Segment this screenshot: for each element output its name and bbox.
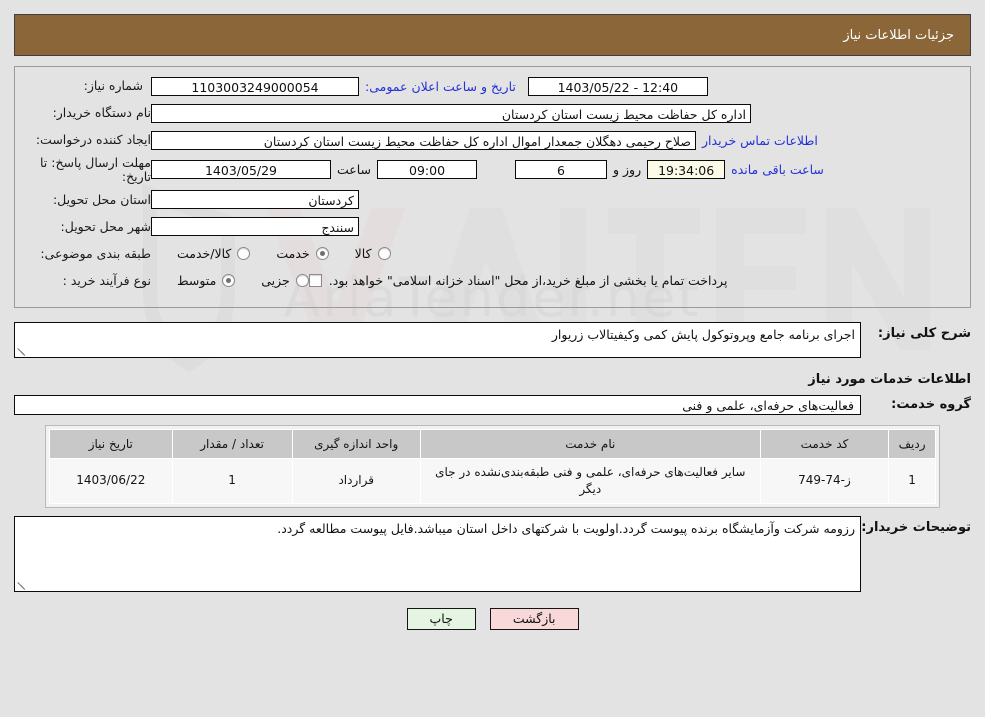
buyer-notes-textarea[interactable]: رزومه شرکت وآزمایشگاه برنده پیوست گردد.ا… [14, 515, 861, 592]
deadline-date-value: 1403/05/29 [151, 160, 331, 180]
row-response-deadline: ساعت باقی مانده 19:34:06 روز و 6 09:00 س… [25, 156, 960, 184]
col-header-date: تاریخ نیاز [49, 428, 173, 459]
delivery-province-label: استان محل تحویل: [52, 191, 151, 207]
treasury-checkbox-text: پرداخت تمام یا بخشی از مبلغ خرید،از محل … [328, 273, 728, 288]
cell-name: سایر فعالیت‌های حرفه‌ای، علمی و فنی طبقه… [419, 457, 761, 504]
buyer-contact-link[interactable]: اطلاعات تماس خریدار [696, 133, 824, 148]
col-header-unit: واحد اندازه گیری [291, 428, 421, 459]
process-option-motevaset[interactable]: متوسط [177, 273, 236, 288]
buyer-notes-value: رزومه شرکت وآزمایشگاه برنده پیوست گردد.ا… [277, 520, 855, 536]
process-option-label: متوسط [177, 273, 217, 288]
service-group-label: گروه خدمت: [891, 397, 971, 412]
row-delivery-city: سنندج شهر محل تحویل: [25, 216, 960, 238]
need-description-label: شرح کلی نیاز: [877, 325, 971, 341]
radio-kala-icon[interactable] [377, 247, 391, 260]
buyer-org-value: اداره کل حفاظت محیط زیست استان کردستان [151, 103, 751, 123]
page-title: جزئیات اطلاعات نیاز [843, 27, 954, 43]
buyer-org-label: نام دستگاه خریدار: [52, 105, 151, 121]
row-need-number: 12:40 - 1403/05/22 تاریخ و ساعت اعلان عم… [25, 75, 960, 97]
cell-code: ز-74-749 [759, 457, 890, 504]
delivery-city-label: شهر محل تحویل: [60, 218, 151, 234]
category-option-label: خدمت [276, 246, 310, 261]
public-announce-label: تاریخ و ساعت اعلان عمومی: [365, 78, 516, 94]
row-buyer-org: اداره کل حفاظت محیط زیست استان کردستان ن… [25, 102, 960, 124]
print-button[interactable]: چاپ [406, 607, 476, 630]
table-header-row: ردیف کد خدمت نام خدمت واحد اندازه گیری ت… [49, 428, 936, 459]
subject-category-label: طبقه بندی موضوعی: [40, 245, 151, 261]
radio-motevaset-icon[interactable] [222, 274, 236, 287]
radio-jozi-icon[interactable] [295, 274, 309, 287]
deadline-label: مهلت ارسال پاسخ: تا تاریخ: [40, 155, 151, 184]
category-radio-group: کالا خدمت کالا/خدمت [151, 246, 391, 261]
resize-grip-icon[interactable] [17, 580, 27, 590]
need-number-value: 1103003249000054 [151, 76, 359, 96]
category-option-kala-khadamat[interactable]: کالا/خدمت [177, 246, 251, 261]
footer-actions: بازگشت چاپ [0, 607, 985, 630]
deadline-time-value: 09:00 [377, 160, 478, 180]
col-header-qty: تعداد / مقدار [171, 428, 293, 459]
remaining-hours-label: ساعت باقی مانده [731, 162, 824, 178]
process-option-label: جزیی [261, 273, 290, 288]
radio-khadamat-icon[interactable] [315, 247, 329, 260]
process-radio-group: جزیی متوسط [151, 273, 309, 288]
need-number-label: شماره نیاز: [83, 78, 143, 94]
countdown-timer: 19:34:06 [647, 160, 726, 180]
service-group-row: گروه خدمت: فعالیت‌های حرفه‌ای، علمی و فن… [14, 394, 971, 415]
days-suffix-label: روز و [613, 162, 642, 178]
service-group-value: فعالیت‌های حرفه‌ای، علمی و فنی [14, 394, 861, 415]
need-info-panel: 12:40 - 1403/05/22 تاریخ و ساعت اعلان عم… [14, 66, 971, 308]
table-row: 1 ز-74-749 سایر فعالیت‌های حرفه‌ای، علمی… [49, 457, 936, 504]
col-header-index: ردیف [888, 428, 936, 459]
treasury-checkbox[interactable] [308, 274, 322, 287]
services-section-heading: اطلاعات خدمات مورد نیاز [808, 371, 971, 387]
buyer-notes-label: توضیحات خریدار: [861, 519, 971, 535]
category-option-kala[interactable]: کالا [355, 246, 391, 261]
page-header-bar: جزئیات اطلاعات نیاز [14, 14, 971, 56]
cell-index: 1 [888, 457, 936, 504]
cell-unit: قرارداد [291, 457, 421, 504]
back-button[interactable]: بازگشت [489, 607, 579, 630]
treasury-checkbox-group[interactable]: پرداخت تمام یا بخشی از مبلغ خرید،از محل … [308, 273, 728, 288]
row-purchase-process: پرداخت تمام یا بخشی از مبلغ خرید،از محل … [25, 270, 960, 292]
need-description-row: شرح کلی نیاز: اجرای برنامه جامع وپروتوکو… [14, 321, 971, 358]
cell-qty: 1 [171, 457, 293, 504]
request-creator-value: صلاح رحیمی دهگلان جمعدار اموال اداره کل … [151, 130, 696, 150]
need-description-textarea[interactable]: اجرای برنامه جامع وپروتوکول پایش کمی وکی… [14, 321, 861, 358]
row-request-creator: اطلاعات تماس خریدار صلاح رحیمی دهگلان جم… [25, 129, 960, 151]
category-option-khadamat[interactable]: خدمت [276, 246, 329, 261]
remaining-days-value: 6 [515, 160, 608, 180]
category-option-label: کالا/خدمت [177, 246, 232, 261]
row-delivery-province: کردستان استان محل تحویل: [25, 189, 960, 211]
public-announce-value: 12:40 - 1403/05/22 [527, 76, 708, 96]
col-header-name: نام خدمت [419, 428, 761, 459]
page-root: جزئیات اطلاعات نیاز 12:40 - 1403/05/22 ت… [0, 14, 985, 630]
purchase-process-label: نوع فرآیند خرید : [62, 272, 151, 288]
deadline-time-label: ساعت [337, 162, 372, 178]
delivery-city-value: سنندج [151, 217, 359, 236]
row-subject-category: کالا خدمت کالا/خدمت طبقه بندی موضوعی: [25, 243, 960, 265]
delivery-province-value: کردستان [151, 190, 359, 209]
service-items-table-wrapper: ردیف کد خدمت نام خدمت واحد اندازه گیری ت… [45, 424, 940, 508]
process-option-jozi[interactable]: جزیی [261, 273, 309, 288]
category-option-label: کالا [354, 246, 372, 261]
cell-date: 1403/06/22 [49, 457, 173, 504]
service-items-table: ردیف کد خدمت نام خدمت واحد اندازه گیری ت… [49, 428, 936, 504]
resize-grip-icon[interactable] [17, 346, 27, 356]
col-header-code: کد خدمت [759, 428, 890, 459]
buyer-notes-row: توضیحات خریدار: رزومه شرکت وآزمایشگاه بر… [14, 515, 971, 592]
radio-kala-khadamat-icon[interactable] [237, 247, 251, 260]
public-announce-group: 12:40 - 1403/05/22 تاریخ و ساعت اعلان عم… [359, 76, 708, 96]
request-creator-label: ایجاد کننده درخواست: [35, 132, 151, 148]
need-description-value: اجرای برنامه جامع وپروتوکول پایش کمی وکی… [551, 326, 855, 342]
